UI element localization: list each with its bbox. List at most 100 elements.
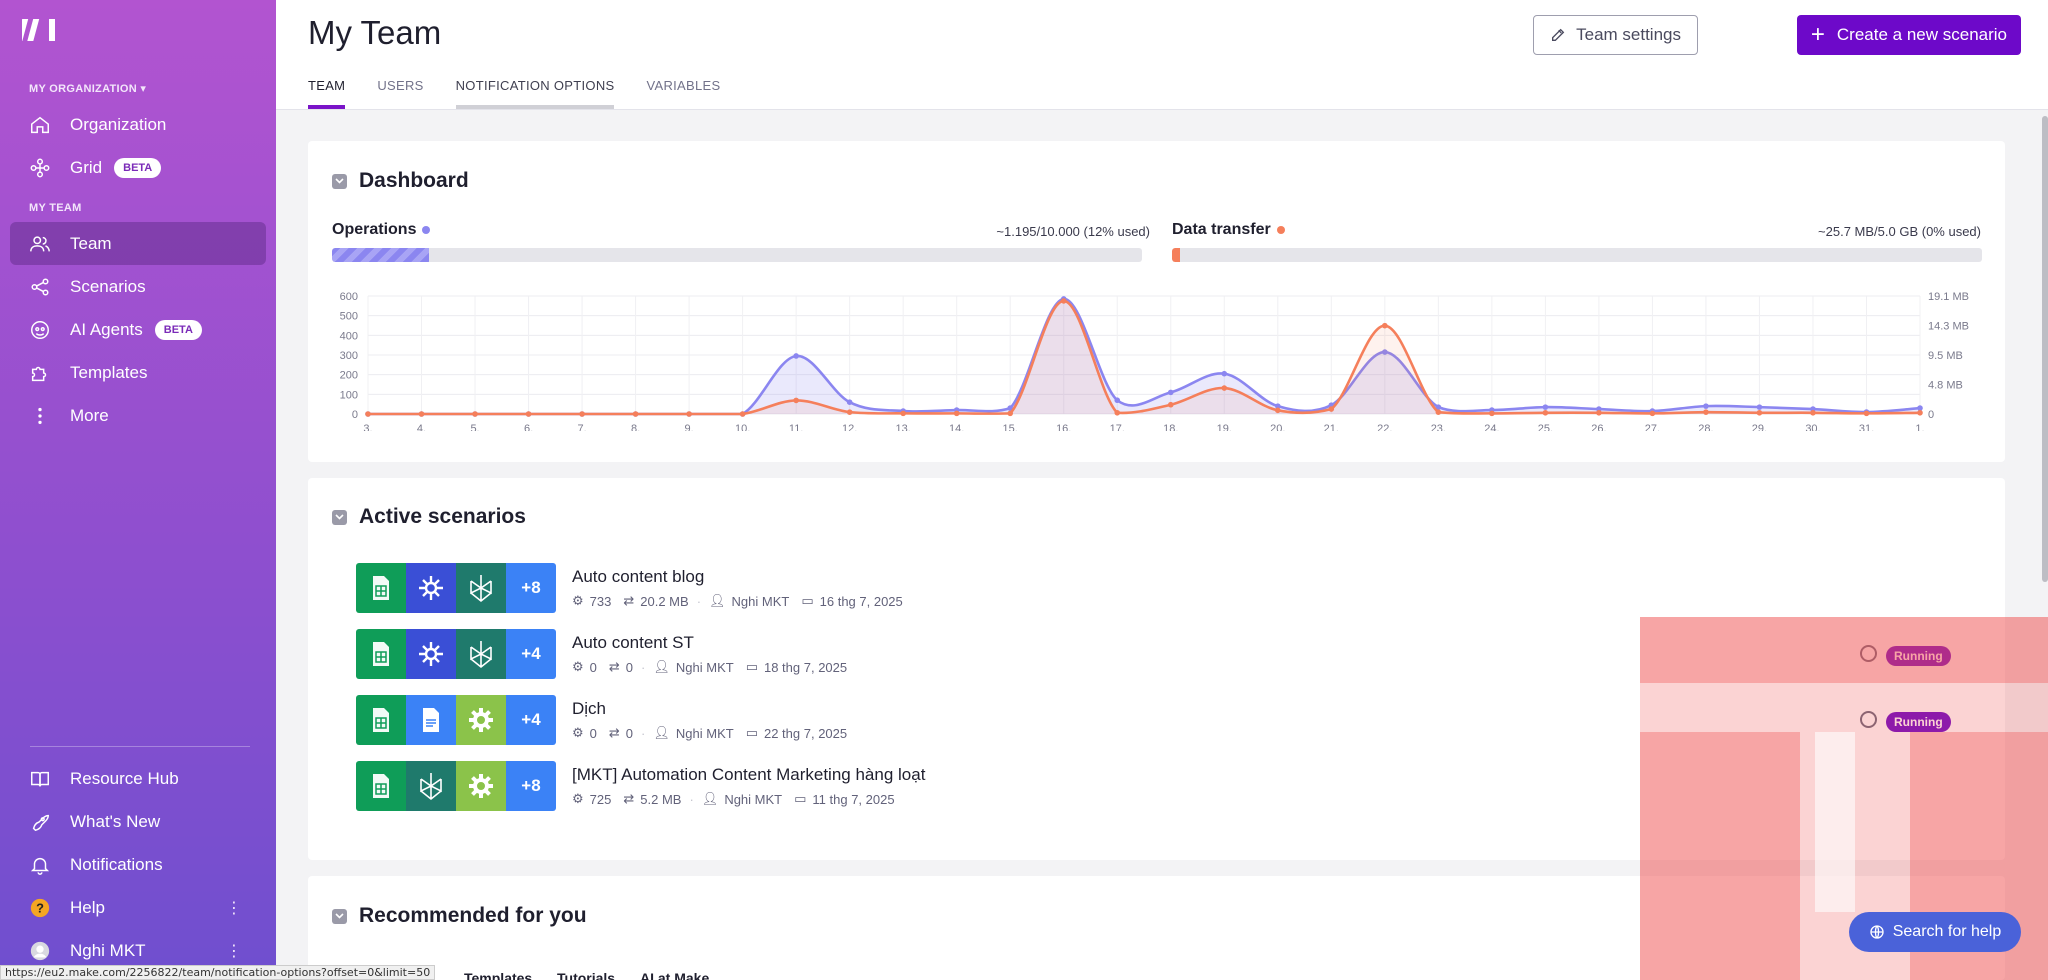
series-point [1167, 389, 1174, 396]
team-settings-button[interactable]: Team settings [1533, 15, 1698, 55]
page-scrollbar[interactable] [2042, 116, 2048, 582]
scenario-name[interactable]: [MKT] Automation Content Marketing hàng … [572, 765, 925, 785]
series-point [1756, 409, 1763, 416]
tab-users[interactable]: USERS [377, 78, 423, 110]
sidebar-item-notifications[interactable]: Notifications [10, 843, 266, 886]
recommended-tab-ai-at-make[interactable]: AI at Make [640, 970, 709, 980]
dashboard-header[interactable]: Dashboard [332, 169, 469, 193]
search-help-button[interactable]: Search for help [1849, 912, 2021, 952]
plus-icon: + [1810, 21, 1825, 48]
team-tabs: TEAM USERS NOTIFICATION OPTIONS VARIABLE… [308, 78, 752, 110]
sidebar-item-ai-agents[interactable]: AI Agents BETA [10, 308, 266, 351]
recommended-tab-templates[interactable]: Templates [464, 970, 532, 980]
collapse-chevron-icon[interactable] [332, 908, 347, 924]
x-tick-label: 13. [896, 423, 911, 431]
scenario-info: Auto content blog ⚙ 733 ⇄ 20.2 MB · 👤︎ Nghi… [572, 567, 903, 609]
scenario-info: [MKT] Automation Content Marketing hàng … [572, 765, 925, 807]
team-settings-label: Team settings [1576, 25, 1681, 44]
series-point [793, 397, 799, 404]
scenario-name[interactable]: Dịch [572, 699, 847, 719]
active-scenarios-header[interactable]: Active scenarios [332, 505, 526, 529]
more-apps-count: +4 [506, 629, 556, 679]
scenario-row[interactable]: +8 [MKT] Automation Content Marketing hà… [356, 761, 925, 811]
create-scenario-button[interactable]: + Create a new scenario [1796, 15, 2021, 55]
transfer-usage-bar [1172, 248, 1982, 262]
share-icon [28, 275, 52, 299]
x-tick-label: 27. [1645, 423, 1660, 431]
x-tick-label: 8. [631, 423, 640, 431]
org-selector[interactable]: MY ORGANIZATION ▾ [29, 82, 146, 95]
scenario-name[interactable]: Auto content ST [572, 633, 847, 653]
sidebar-item-label: Help [70, 897, 105, 917]
scenario-app-icons: +8 [356, 761, 556, 811]
running-status-badge: Running [1886, 712, 1951, 732]
collapse-chevron-icon[interactable] [332, 173, 347, 189]
scenario-info: Auto content ST ⚙ 0 ⇄ 0 · 👤︎ Nghi MKT ▭ 18 t… [572, 633, 847, 675]
x-tick-label: 7. [577, 423, 586, 431]
tab-variables[interactable]: VARIABLES [646, 78, 720, 110]
y-left-tick-label: 600 [340, 291, 358, 303]
transfer-label: Data transfer [1172, 221, 1285, 239]
sidebar-item-whats-new[interactable]: What's New [10, 800, 266, 843]
series-point [579, 411, 585, 417]
home-icon [28, 113, 52, 137]
series-point [1863, 410, 1870, 417]
y-left-tick-label: 200 [340, 370, 358, 382]
edit-icon [1552, 28, 1565, 41]
y-left-tick-label: 300 [340, 350, 358, 362]
bell-icon [28, 853, 52, 877]
usage-chart[interactable]: 600 500 400 300 200 100 0 19.1 MB 14.3 MB 9.5 MB 4… [308, 271, 2005, 431]
scenario-meta: ⚙ 725 ⇄ 5.2 MB · 👤︎ Nghi MKT ▭ 11 thg 7, 202… [572, 791, 925, 807]
sidebar-item-organization[interactable]: Organization [10, 103, 266, 146]
openai-icon [406, 629, 456, 679]
series-point [1596, 409, 1602, 416]
scenario-date: 16 thg 7, 2025 [819, 593, 903, 609]
series-point [1114, 409, 1121, 416]
scenario-data: 20.2 MB [640, 593, 689, 609]
series-point [1649, 410, 1656, 417]
scenario-row[interactable]: +8 Auto content blog ⚙ 733 ⇄ 20.2 MB · 👤︎ N… [356, 563, 903, 613]
transfer-dot [1276, 226, 1285, 234]
help-menu-icon[interactable]: ⋮ [226, 898, 242, 918]
scenario-name[interactable]: Auto content blog [572, 567, 903, 587]
operations-icon: ⚙ [572, 725, 584, 740]
make-logo[interactable] [22, 16, 58, 42]
sidebar-item-label: Resource Hub [70, 768, 179, 788]
series-point [1382, 322, 1388, 329]
globe-icon [1870, 925, 1884, 939]
clock-icon [1860, 645, 1877, 662]
sidebar-item-resource-hub[interactable]: Resource Hub [10, 757, 266, 800]
series-point [846, 409, 853, 415]
calendar-icon: ▭ [745, 725, 758, 740]
scenario-row[interactable]: +4 Auto content ST ⚙ 0 ⇄ 0 · 👤︎ Nghi MKT ▭ 1… [356, 629, 847, 679]
series-point [418, 411, 425, 417]
profile-menu-icon[interactable]: ⋮ [226, 941, 242, 961]
recommended-title: Recommended for you [359, 904, 587, 927]
more-vertical-icon [28, 404, 52, 428]
y-right-tick-label: 0 [1928, 409, 1934, 421]
puzzle-icon [28, 361, 52, 385]
recommended-tab-tutorials[interactable]: Tutorials [557, 970, 615, 980]
calendar-icon: ▭ [794, 791, 807, 806]
tab-team[interactable]: TEAM [308, 78, 346, 110]
series-point [1489, 410, 1495, 417]
sidebar-item-team[interactable]: Team [10, 222, 266, 265]
series-point [1756, 404, 1763, 410]
dashboard-card: Dashboard Operations ~1.195/10.000 (12% … [308, 141, 2005, 462]
series-point [1221, 370, 1228, 377]
series-point [953, 410, 960, 417]
y-left-tick-label: 400 [340, 330, 358, 342]
scenario-data: 0 [625, 725, 634, 741]
series-point [1810, 409, 1816, 416]
recommended-header[interactable]: Recommended for you [332, 904, 587, 928]
sidebar-item-label: AI Agents [70, 319, 143, 339]
sidebar-item-scenarios[interactable]: Scenarios [10, 265, 266, 308]
sidebar-item-more[interactable]: More [10, 394, 266, 437]
sidebar-item-help[interactable]: ? Help ⋮ [10, 886, 266, 929]
sidebar-item-templates[interactable]: Templates [10, 351, 266, 394]
scenario-row[interactable]: +4 Dịch ⚙ 0 ⇄ 0 · 👤︎ Nghi MKT ▭ 22 thg 7, 20… [356, 695, 847, 745]
collapse-chevron-icon[interactable] [332, 509, 347, 525]
more-apps-count: +8 [506, 563, 556, 613]
sidebar-item-grid[interactable]: Grid BETA [10, 146, 266, 189]
tab-notification-options[interactable]: NOTIFICATION OPTIONS [455, 78, 615, 110]
